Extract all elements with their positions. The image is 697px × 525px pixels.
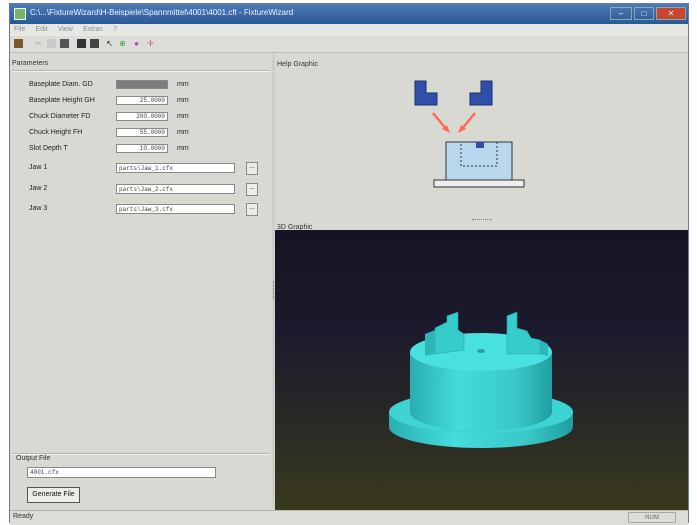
jaw-3-browse-button[interactable]: ...: [246, 203, 258, 216]
model-jaw-left-side: [425, 330, 435, 356]
pointer-icon[interactable]: ↖: [105, 39, 114, 48]
help-jaw-right: [469, 80, 493, 106]
param-unit: mm: [177, 129, 189, 136]
minimize-button[interactable]: –: [610, 7, 632, 20]
generate-file-button[interactable]: Generate File: [27, 487, 80, 503]
help-baseplate: [433, 179, 525, 188]
chuck-diameter-input[interactable]: 200.0000: [116, 112, 168, 121]
add-icon[interactable]: ⊕: [118, 39, 127, 48]
param-label-baseplate-diam: Baseplate Diam. GD: [29, 81, 93, 88]
3d-graphic-viewport[interactable]: [275, 230, 688, 512]
output-title: Output File: [16, 455, 51, 462]
print-preview-icon[interactable]: [90, 39, 99, 48]
status-bar: Ready NUM: [10, 510, 688, 525]
param-label-chuck-diameter: Chuck Diameter FD: [29, 113, 91, 120]
menu-extras[interactable]: Extras: [83, 24, 103, 36]
param-unit: mm: [177, 145, 189, 152]
print-icon[interactable]: [77, 39, 86, 48]
model-jaw-right-side: [540, 340, 548, 356]
param-unit: mm: [177, 113, 189, 120]
parameters-panel: Parameters Baseplate Diam. GD mm Basepla…: [10, 54, 272, 509]
output-top-divider: [12, 453, 270, 455]
baseplate-height-input[interactable]: 25.0000: [116, 96, 168, 105]
param-label-baseplate-height: Baseplate Height GH: [29, 97, 95, 104]
menu-edit[interactable]: Edit: [36, 24, 48, 36]
window-title: C:\...\FixtureWizard\H-Beispiele\Spannmi…: [30, 8, 294, 17]
jaw-2-label: Jaw 2: [29, 185, 48, 192]
app-icon: [14, 8, 26, 20]
menu-bar: File Edit View Extras ?: [10, 24, 688, 36]
copy-icon[interactable]: [47, 39, 56, 48]
jaw-2-input[interactable]: parts\Jaw_2.cfx: [116, 184, 235, 194]
3d-model-drawing: [389, 311, 573, 448]
output-file-input[interactable]: 4001.cfx: [27, 467, 216, 478]
toolbar: ✂ ↖ ⊕ ● ✛: [10, 36, 688, 53]
title-bar[interactable]: C:\...\FixtureWizard\H-Beispiele\Spannmi…: [10, 4, 688, 24]
parameters-title: Parameters: [12, 60, 49, 67]
model-center-hole: [477, 349, 485, 353]
jaw-1-label: Jaw 1: [29, 164, 48, 171]
jaw-1-input[interactable]: parts\Jaw_1.cfx: [116, 163, 235, 173]
num-lock-indicator: NUM: [628, 512, 676, 523]
slot-depth-input[interactable]: 10.0000: [116, 144, 168, 153]
baseplate-diam-input[interactable]: [116, 80, 168, 89]
menu-view[interactable]: View: [58, 24, 73, 36]
delete-icon[interactable]: ●: [132, 39, 141, 48]
open-icon[interactable]: [14, 39, 23, 48]
jaw-1-browse-button[interactable]: ...: [246, 162, 258, 175]
help-jaw-left: [414, 80, 438, 106]
cut-icon[interactable]: ✂: [34, 39, 43, 48]
jaw-3-input[interactable]: parts\Jaw_3.cfx: [116, 204, 235, 214]
horizontal-splitter-grip[interactable]: [472, 219, 492, 220]
jaw-3-label: Jaw 3: [29, 205, 48, 212]
paste-icon[interactable]: [60, 39, 69, 48]
param-unit: mm: [177, 81, 189, 88]
status-text: Ready: [13, 513, 34, 520]
param-label-slot-depth: Slot Depth T: [29, 145, 68, 152]
model-jaw-left: [434, 311, 465, 355]
help-slot: [476, 142, 484, 148]
chuck-height-input[interactable]: 55.0000: [116, 128, 168, 137]
move-icon[interactable]: ✛: [146, 39, 155, 48]
parameters-divider: [12, 70, 270, 72]
app-window: C:\...\FixtureWizard\H-Beispiele\Spannmi…: [9, 3, 689, 525]
param-unit: mm: [177, 97, 189, 104]
menu-file[interactable]: File: [14, 24, 25, 36]
menu-help[interactable]: ?: [113, 24, 117, 36]
close-button[interactable]: ✕: [656, 7, 686, 20]
help-graphic-panel: [275, 60, 688, 216]
help-graphic-drawing: [414, 80, 525, 188]
model-jaw-right: [506, 311, 541, 355]
jaw-2-browse-button[interactable]: ...: [246, 183, 258, 196]
maximize-button[interactable]: □: [634, 7, 654, 20]
param-label-chuck-height: Chuck Height FH: [29, 129, 83, 136]
